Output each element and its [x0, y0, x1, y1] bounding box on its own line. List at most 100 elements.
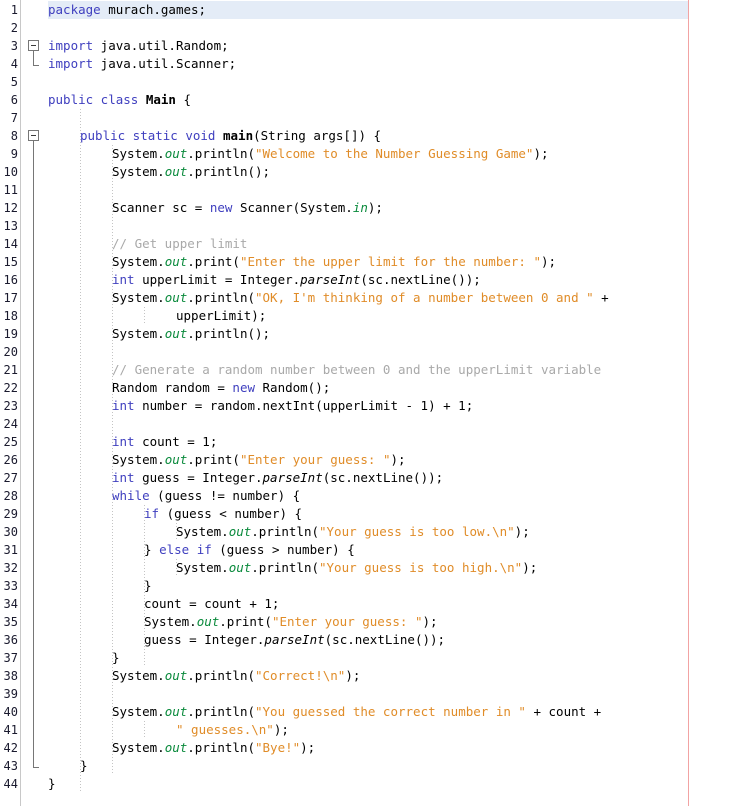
code-line[interactable]: System.out.println("Bye!");: [112, 739, 315, 757]
code-line[interactable]: if (guess < number) {: [144, 505, 302, 523]
code-token-str: "Bye!": [255, 740, 301, 755]
line-number[interactable]: 7: [0, 109, 18, 127]
code-token-pln: .println(: [187, 704, 255, 719]
line-number[interactable]: 5: [0, 73, 18, 91]
fold-collapse-icon[interactable]: [28, 130, 39, 141]
code-line[interactable]: System.out.println("Correct!\n");: [112, 667, 360, 685]
line-number[interactable]: 12: [0, 199, 18, 217]
code-line[interactable]: Scanner sc = new Scanner(System.in);: [112, 199, 383, 217]
line-number[interactable]: 32: [0, 559, 18, 577]
code-line[interactable]: Random random = new Random();: [112, 379, 330, 397]
code-line[interactable]: count = count + 1;: [144, 595, 279, 613]
fold-collapse-icon[interactable]: [28, 40, 39, 51]
code-line[interactable]: import java.util.Scanner;: [48, 55, 236, 73]
line-number[interactable]: 43: [0, 757, 18, 775]
code-token-pln: System.: [112, 452, 165, 467]
line-number[interactable]: 35: [0, 613, 18, 631]
line-number[interactable]: 2: [0, 19, 18, 37]
code-editor[interactable]: 1 2 3 4 5 6 7 8 9 10 11 12 13 14 15 16 17 18 19 20 21 22 23 24 2…: [0, 0, 744, 806]
line-number[interactable]: 13: [0, 217, 18, 235]
line-number[interactable]: 42: [0, 739, 18, 757]
line-number[interactable]: 22: [0, 379, 18, 397]
line-number[interactable]: 8: [0, 127, 18, 145]
code-token-fld: out: [164, 164, 188, 179]
line-number[interactable]: 41: [0, 721, 18, 739]
code-token-dcl: Main: [145, 92, 176, 107]
code-line[interactable]: int number = random.nextInt(upperLimit -…: [112, 397, 473, 415]
code-line[interactable]: System.out.println("Your guess is too lo…: [176, 523, 530, 541]
code-line[interactable]: }: [48, 775, 56, 793]
line-number[interactable]: 14: [0, 235, 18, 253]
code-line[interactable]: System.out.println("OK, I'm thinking of …: [112, 289, 609, 307]
code-line[interactable]: System.out.println("Welcome to the Numbe…: [112, 145, 549, 163]
code-line[interactable]: int count = 1;: [112, 433, 217, 451]
line-number[interactable]: 21: [0, 361, 18, 379]
indent-guide: [80, 109, 81, 793]
line-number[interactable]: 19: [0, 325, 18, 343]
line-number[interactable]: 29: [0, 505, 18, 523]
line-number[interactable]: 11: [0, 181, 18, 199]
code-folding-column[interactable]: [22, 0, 48, 806]
line-number[interactable]: 44: [0, 775, 18, 793]
code-token-fld: out: [228, 524, 252, 539]
code-line[interactable]: System.out.println("Your guess is too hi…: [176, 559, 537, 577]
line-number[interactable]: 28: [0, 487, 18, 505]
line-number[interactable]: 20: [0, 343, 18, 361]
line-number[interactable]: 6: [0, 91, 18, 109]
line-number[interactable]: 40: [0, 703, 18, 721]
line-number[interactable]: 4: [0, 55, 18, 73]
line-number[interactable]: 10: [0, 163, 18, 181]
code-line[interactable]: import java.util.Random;: [48, 37, 229, 55]
line-number[interactable]: 38: [0, 667, 18, 685]
code-line[interactable]: " guesses.\n");: [176, 721, 289, 739]
code-line[interactable]: upperLimit);: [176, 307, 266, 325]
line-number[interactable]: 30: [0, 523, 18, 541]
code-line[interactable]: public class Main {: [48, 91, 191, 109]
code-line[interactable]: }: [112, 649, 120, 667]
line-number[interactable]: 15: [0, 253, 18, 271]
code-line[interactable]: System.out.print("Enter the upper limit …: [112, 253, 556, 271]
code-line[interactable]: // Generate a random number between 0 an…: [112, 361, 601, 379]
code-line[interactable]: }: [144, 577, 152, 595]
line-number[interactable]: 1: [0, 1, 18, 19]
line-number[interactable]: 16: [0, 271, 18, 289]
line-number[interactable]: 37: [0, 649, 18, 667]
code-token-pln: (guess != number) {: [149, 488, 301, 503]
code-line[interactable]: public static void main(String args[]) {: [80, 127, 381, 145]
code-line[interactable]: int upperLimit = Integer.parseInt(sc.nex…: [112, 271, 481, 289]
code-token-pln: Scanner sc =: [112, 200, 210, 215]
code-line[interactable]: System.out.print("Enter your guess: ");: [112, 451, 406, 469]
line-number[interactable]: 25: [0, 433, 18, 451]
code-line[interactable]: while (guess != number) {: [112, 487, 300, 505]
code-line[interactable]: guess = Integer.parseInt(sc.nextLine());: [144, 631, 445, 649]
line-number[interactable]: 34: [0, 595, 18, 613]
line-number[interactable]: 17: [0, 289, 18, 307]
code-content-area[interactable]: package murach.games; import java.util.Ra…: [48, 0, 744, 806]
code-line[interactable]: // Get upper limit: [112, 235, 247, 253]
code-line[interactable]: package murach.games;: [48, 1, 206, 19]
line-number[interactable]: 36: [0, 631, 18, 649]
line-number[interactable]: 26: [0, 451, 18, 469]
code-token-pln: );: [345, 668, 361, 683]
code-line[interactable]: System.out.println();: [112, 163, 270, 181]
line-number[interactable]: 27: [0, 469, 18, 487]
code-token-pln: java.util.Random;: [93, 38, 229, 53]
code-line[interactable]: }: [80, 757, 88, 775]
indent-guide: [144, 307, 145, 325]
code-line[interactable]: System.out.println("You guessed the corr…: [112, 703, 601, 721]
code-line[interactable]: } else if (guess > number) {: [144, 541, 355, 559]
code-line[interactable]: int guess = Integer.parseInt(sc.nextLine…: [112, 469, 443, 487]
line-number[interactable]: 3: [0, 37, 18, 55]
line-number-gutter[interactable]: 1 2 3 4 5 6 7 8 9 10 11 12 13 14 15 16 17 18 19 20 21 22 23 24 2…: [0, 0, 21, 806]
line-number[interactable]: 9: [0, 145, 18, 163]
code-line[interactable]: System.out.println();: [112, 325, 270, 343]
code-token-pln: );: [367, 200, 383, 215]
line-number[interactable]: 18: [0, 307, 18, 325]
line-number[interactable]: 24: [0, 415, 18, 433]
code-token-pln: }: [144, 542, 160, 557]
line-number[interactable]: 31: [0, 541, 18, 559]
code-line[interactable]: System.out.print("Enter your guess: ");: [144, 613, 438, 631]
line-number[interactable]: 33: [0, 577, 18, 595]
line-number[interactable]: 39: [0, 685, 18, 703]
line-number[interactable]: 23: [0, 397, 18, 415]
